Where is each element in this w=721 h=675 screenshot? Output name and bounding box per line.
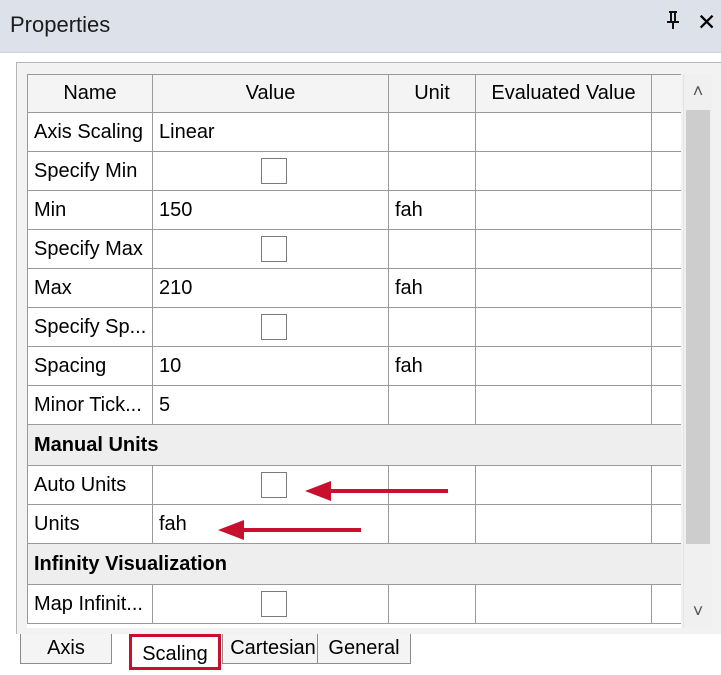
row-spacer bbox=[651, 465, 681, 505]
row-eval-specify-min bbox=[475, 151, 652, 191]
row-name-axis-scaling[interactable]: Axis Scaling bbox=[27, 112, 153, 152]
row-value-min[interactable]: 150 bbox=[152, 190, 389, 230]
row-eval-min bbox=[475, 190, 652, 230]
scroll-thumb[interactable] bbox=[686, 110, 710, 544]
annotation-arrow-units-icon bbox=[218, 520, 361, 540]
row-value-specify-spacing[interactable] bbox=[152, 307, 389, 347]
panel-title: Properties bbox=[10, 12, 111, 37]
row-name-specify-spacing[interactable]: Specify Sp... bbox=[27, 307, 153, 347]
row-eval-specify-max bbox=[475, 229, 652, 269]
column-header-evaluated-value[interactable]: Evaluated Value bbox=[475, 74, 652, 113]
row-name-map-infinity[interactable]: Map Infinit... bbox=[27, 584, 153, 624]
row-spacer bbox=[651, 151, 681, 191]
tab-axis[interactable]: Axis bbox=[20, 634, 112, 664]
row-spacer bbox=[651, 112, 681, 152]
pin-icon-glyph bbox=[667, 11, 679, 29]
row-value-map-infinity[interactable] bbox=[152, 584, 389, 624]
header-row: Name Value Unit Evaluated Value bbox=[27, 74, 681, 113]
row-unit-map-infinity bbox=[388, 584, 476, 624]
row-spacer bbox=[651, 584, 681, 624]
specify-spacing-checkbox[interactable] bbox=[260, 314, 287, 340]
row-eval-specify-spacing bbox=[475, 307, 652, 347]
tab-strip: Axis Scaling Cartesian General bbox=[16, 634, 721, 675]
row-name-units[interactable]: Units bbox=[27, 504, 153, 544]
row-unit-specify-spacing bbox=[388, 307, 476, 347]
row-spacer bbox=[651, 385, 681, 425]
column-header-name[interactable]: Name bbox=[27, 74, 153, 113]
row-value-specify-max[interactable] bbox=[152, 229, 389, 269]
tab-cartesian[interactable]: Cartesian bbox=[222, 634, 324, 664]
table-row[interactable]: Axis Scaling Linear bbox=[27, 112, 681, 152]
row-unit-spacing[interactable]: fah bbox=[388, 346, 476, 386]
tab-general[interactable]: General bbox=[317, 634, 411, 664]
table-row[interactable]: Map Infinit... bbox=[27, 584, 681, 624]
row-spacer bbox=[651, 504, 681, 544]
row-name-min[interactable]: Min bbox=[27, 190, 153, 230]
annotation-arrow-auto-units-icon bbox=[305, 481, 448, 501]
row-unit-units bbox=[388, 504, 476, 544]
row-unit-specify-max bbox=[388, 229, 476, 269]
auto-units-checkbox[interactable] bbox=[260, 472, 287, 498]
row-eval-max bbox=[475, 268, 652, 308]
row-eval-map-infinity bbox=[475, 584, 652, 624]
row-unit-min[interactable]: fah bbox=[388, 190, 476, 230]
row-value-spacing[interactable]: 10 bbox=[152, 346, 389, 386]
row-name-specify-min[interactable]: Specify Min bbox=[27, 151, 153, 191]
row-spacer bbox=[651, 307, 681, 347]
tab-scaling[interactable]: Scaling bbox=[129, 634, 221, 670]
table-row[interactable]: Specify Sp... bbox=[27, 307, 681, 347]
specify-min-checkbox[interactable] bbox=[260, 158, 287, 184]
group-label-infinity-visualization[interactable]: Infinity Visualization bbox=[27, 543, 681, 585]
table-row[interactable]: Specify Max bbox=[27, 229, 681, 269]
properties-titlebar: Properties ✕ bbox=[0, 0, 721, 53]
row-spacer bbox=[651, 268, 681, 308]
row-value-max[interactable]: 210 bbox=[152, 268, 389, 308]
row-name-spacing[interactable]: Spacing bbox=[27, 346, 153, 386]
group-label-manual-units[interactable]: Manual Units bbox=[27, 424, 681, 466]
row-eval-spacing bbox=[475, 346, 652, 386]
row-unit-axis-scaling[interactable] bbox=[388, 112, 476, 152]
specify-max-checkbox[interactable] bbox=[260, 236, 287, 262]
row-spacer bbox=[651, 190, 681, 230]
row-name-minor-ticks[interactable]: Minor Tick... bbox=[27, 385, 153, 425]
scroll-down-icon[interactable]: ˅ bbox=[684, 594, 712, 628]
group-row-manual-units[interactable]: Manual Units bbox=[27, 424, 681, 466]
row-name-auto-units[interactable]: Auto Units bbox=[27, 465, 153, 505]
property-grid: Name Value Unit Evaluated Value Axis Sca… bbox=[27, 74, 681, 628]
vertical-scrollbar[interactable]: ˄ ˅ bbox=[683, 74, 712, 628]
row-spacer bbox=[651, 346, 681, 386]
scroll-up-icon[interactable]: ˄ bbox=[684, 74, 712, 108]
row-eval-auto-units bbox=[475, 465, 652, 505]
column-header-value[interactable]: Value bbox=[152, 74, 389, 113]
row-eval-axis-scaling bbox=[475, 112, 652, 152]
row-name-specify-max[interactable]: Specify Max bbox=[27, 229, 153, 269]
row-unit-specify-min bbox=[388, 151, 476, 191]
group-row-infinity-visualization[interactable]: Infinity Visualization bbox=[27, 543, 681, 585]
row-value-specify-min[interactable] bbox=[152, 151, 389, 191]
row-unit-max[interactable]: fah bbox=[388, 268, 476, 308]
column-header-spacer bbox=[651, 74, 681, 113]
close-icon[interactable]: ✕ bbox=[697, 9, 716, 36]
row-eval-units bbox=[475, 504, 652, 544]
table-row[interactable]: Min 150 fah bbox=[27, 190, 681, 230]
row-eval-minor-ticks bbox=[475, 385, 652, 425]
row-name-max[interactable]: Max bbox=[27, 268, 153, 308]
table-row[interactable]: Spacing 10 fah bbox=[27, 346, 681, 386]
row-value-minor-ticks[interactable]: 5 bbox=[152, 385, 389, 425]
row-value-axis-scaling[interactable]: Linear bbox=[152, 112, 389, 152]
table-row[interactable]: Max 210 fah bbox=[27, 268, 681, 308]
map-infinity-checkbox[interactable] bbox=[260, 591, 287, 617]
row-unit-minor-ticks bbox=[388, 385, 476, 425]
pin-icon[interactable] bbox=[666, 10, 680, 36]
property-table: Name Value Unit Evaluated Value Axis Sca… bbox=[27, 74, 681, 624]
table-row[interactable]: Specify Min bbox=[27, 151, 681, 191]
row-spacer bbox=[651, 229, 681, 269]
table-row[interactable]: Minor Tick... 5 bbox=[27, 385, 681, 425]
column-header-unit[interactable]: Unit bbox=[388, 74, 476, 113]
